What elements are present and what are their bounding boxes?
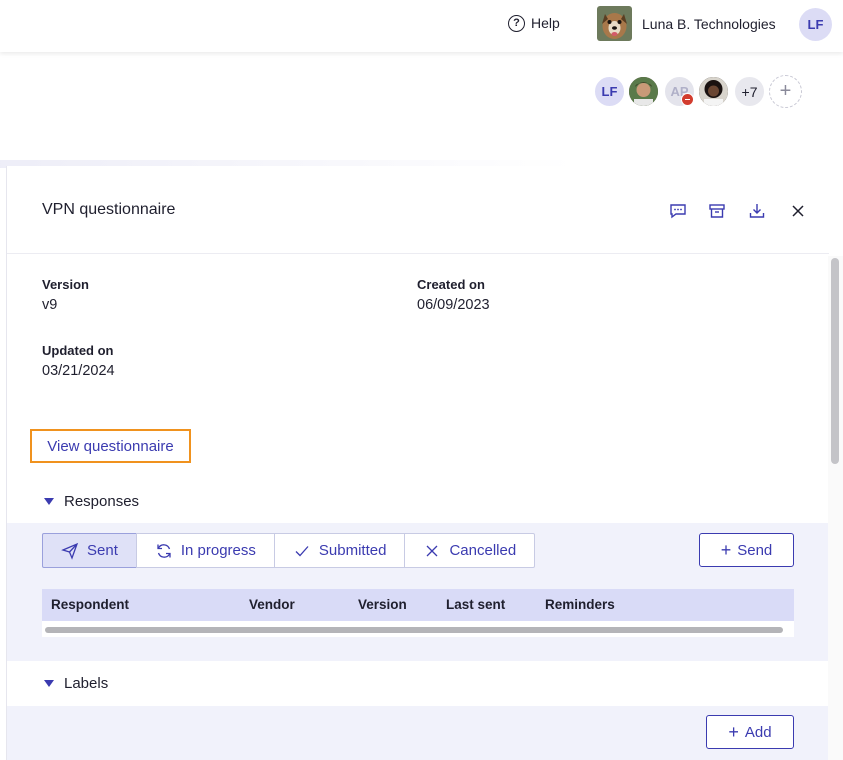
responses-section-label: Responses <box>64 493 140 510</box>
help-button[interactable]: ? Help <box>508 13 560 33</box>
send-button[interactable]: + Send <box>699 533 794 567</box>
close-icon[interactable] <box>788 201 808 221</box>
version-label: Version <box>42 277 89 292</box>
filter-label: Sent <box>87 542 118 559</box>
download-icon[interactable] <box>747 201 767 221</box>
collaborator-avatar[interactable] <box>627 75 660 108</box>
questionnaire-panel: VPN questionnaire Version v9 Created on … <box>6 166 829 760</box>
filter-label: Submitted <box>318 542 387 559</box>
labels-section-toggle[interactable]: Labels <box>44 675 108 692</box>
responses-section: Sent In progress Submitted Cancelled + S… <box>7 523 829 661</box>
responses-table-body <box>42 621 794 637</box>
unavailable-badge-icon <box>681 93 694 106</box>
comment-icon[interactable] <box>668 201 688 221</box>
collaborator-avatar[interactable]: LF <box>593 75 626 108</box>
filter-cancelled-button[interactable]: Cancelled <box>404 533 536 568</box>
checkmark-icon <box>295 545 309 556</box>
column-header-version[interactable]: Version <box>358 597 407 612</box>
created-on-value: 06/09/2023 <box>417 297 490 313</box>
collaborator-avatar[interactable] <box>697 75 730 108</box>
plus-icon: + <box>728 722 739 742</box>
column-header-respondent[interactable]: Respondent <box>51 597 129 612</box>
panel-title: VPN questionnaire <box>42 201 176 218</box>
filter-label: In progress <box>180 542 256 559</box>
caret-down-icon <box>44 680 54 687</box>
organization-switcher[interactable]: Luna B. Technologies <box>597 6 776 41</box>
help-icon: ? <box>508 14 525 32</box>
more-collaborators-button[interactable]: +7 <box>733 75 766 108</box>
created-on-label: Created on <box>417 277 485 292</box>
updated-on-value: 03/21/2024 <box>42 363 115 379</box>
updated-on-label: Updated on <box>42 343 114 358</box>
x-icon <box>426 545 438 556</box>
send-label: Send <box>737 541 773 559</box>
column-header-last-sent[interactable]: Last sent <box>446 597 505 612</box>
horizontal-scrollbar[interactable] <box>45 627 783 633</box>
filter-in-progress-button[interactable]: In progress <box>135 533 275 568</box>
paper-plane-icon <box>61 542 79 560</box>
caret-down-icon <box>44 498 54 505</box>
responses-section-toggle[interactable]: Responses <box>44 493 139 510</box>
add-collaborator-button[interactable]: + <box>769 75 802 108</box>
organization-logo <box>597 6 632 41</box>
archive-icon[interactable] <box>707 201 727 221</box>
organization-name: Luna B. Technologies <box>642 15 776 32</box>
filter-submitted-button[interactable]: Submitted <box>273 533 406 568</box>
version-value: v9 <box>42 297 58 313</box>
responses-table-header: Respondent Vendor Version Last sent Remi… <box>42 589 794 621</box>
column-header-reminders[interactable]: Reminders <box>545 597 615 612</box>
response-status-filters: Sent In progress Submitted Cancelled <box>42 533 536 568</box>
plus-icon: + <box>720 540 732 560</box>
help-label: Help <box>531 15 560 31</box>
user-avatar[interactable]: LF <box>799 8 832 41</box>
view-questionnaire-link[interactable]: View questionnaire <box>30 429 191 463</box>
vertical-scrollbar-thumb[interactable] <box>831 258 839 464</box>
column-header-vendor[interactable]: Vendor <box>249 597 295 612</box>
labels-section-label: Labels <box>64 675 109 692</box>
filter-label: Cancelled <box>449 542 517 559</box>
add-label: Add <box>744 723 772 741</box>
refresh-icon <box>157 543 171 558</box>
panel-header: VPN questionnaire <box>7 166 829 254</box>
top-bar: ? Help Luna B. Technologies LF <box>0 0 843 52</box>
add-label-button[interactable]: + Add <box>706 715 794 749</box>
filter-sent-button[interactable]: Sent <box>42 533 137 568</box>
labels-section: + Add <box>7 706 829 760</box>
